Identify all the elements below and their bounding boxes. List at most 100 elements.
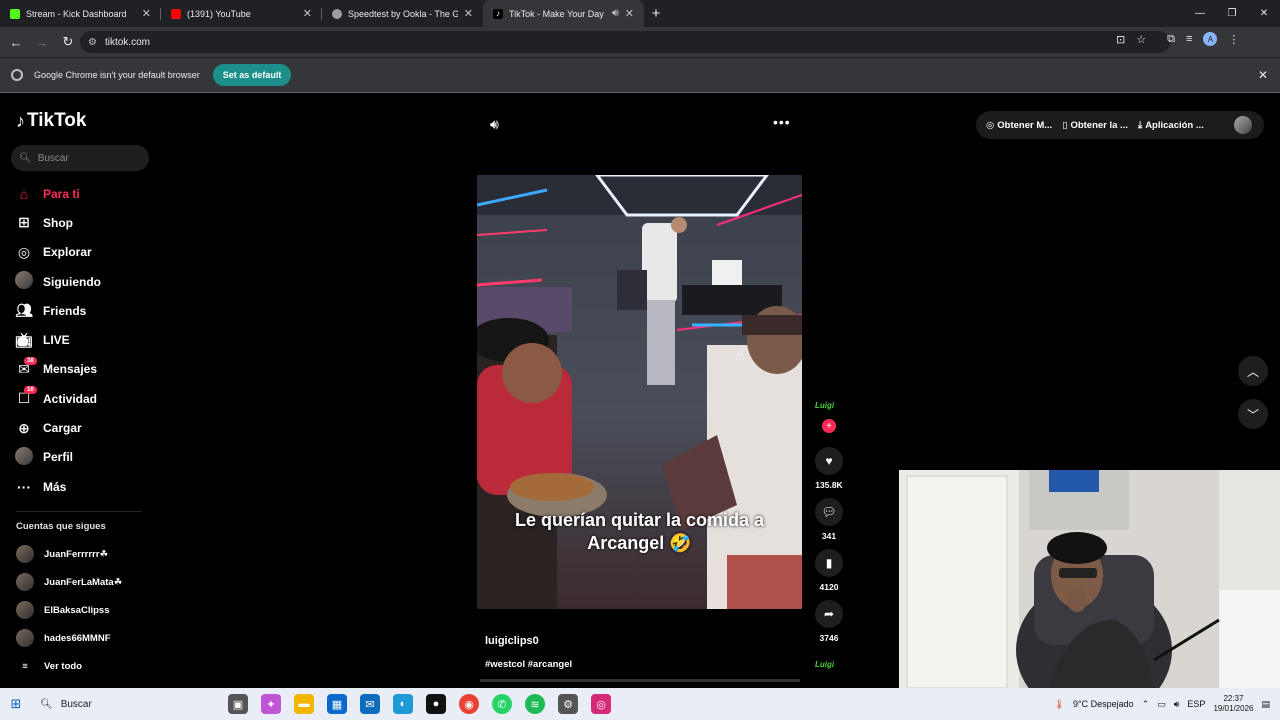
taskbar-search[interactable]: 🔍︎ Buscar [32, 688, 222, 720]
friends-icon: 👥︎ [15, 302, 33, 319]
action-label: Obtener M... [997, 119, 1053, 131]
search-input[interactable]: 🔍︎ Buscar [11, 145, 149, 171]
tab-kick[interactable]: Stream - Kick Dashboard ✕ [0, 0, 161, 27]
install-icon[interactable]: ⊡ [1116, 33, 1125, 46]
tab-youtube[interactable]: (1391) YouTube ✕ [161, 0, 322, 27]
site-info-icon[interactable]: ⚙ [88, 37, 97, 48]
new-tab-button[interactable]: + [644, 0, 668, 27]
language-indicator[interactable]: ESP [1187, 699, 1205, 709]
tiktok-logo[interactable]: ♪ TikTok [16, 110, 86, 132]
speaker-icon[interactable]: 🔊︎ [612, 7, 619, 20]
more-dots-icon: ··· [17, 478, 31, 495]
get-coins-button[interactable]: ◎ Obtener M... [986, 120, 1052, 131]
media-control-icon[interactable]: ≡ [1186, 33, 1192, 45]
sidebar-item-para-ti[interactable]: ⌂ Para ti [15, 179, 155, 208]
list-icon: ≡ [22, 660, 28, 672]
like-button[interactable]: ♥ 135.8K [808, 447, 850, 490]
follow-plus-icon[interactable]: + [822, 419, 836, 433]
chrome-icon[interactable]: ◉ [459, 694, 479, 714]
see-all-link[interactable]: ≡ Ver todo [16, 652, 156, 680]
sidebar-item-mas[interactable]: ··· Más [15, 472, 155, 501]
desktop-app-button[interactable]: ⤓ Aplicación ... [1138, 120, 1204, 131]
volume-icon[interactable]: 🔊︎ [490, 116, 499, 133]
sidebar-item-perfil[interactable]: Perfil [15, 443, 155, 472]
following-account[interactable]: JuanFerLaMata☘ [16, 568, 156, 596]
comment-button[interactable]: 💬︎ 341 [808, 498, 850, 541]
following-account[interactable]: hades66MMNF [16, 624, 156, 652]
tab-speedtest[interactable]: Speedtest by Ookla - The Glob ✕ [322, 0, 483, 27]
user-avatar[interactable] [1234, 116, 1252, 134]
get-app-button[interactable]: ▯ Obtener la ... [1062, 120, 1128, 131]
clock[interactable]: 22:37 19/01/2026 [1213, 694, 1253, 714]
video-username[interactable]: luigiclips0 [485, 635, 539, 647]
sidebar-item-siguiendo[interactable]: Siguiendo [15, 267, 155, 296]
chevron-up-icon[interactable]: ⌃ [1142, 699, 1150, 710]
sidebar-item-shop[interactable]: ⊞ Shop [15, 208, 155, 237]
next-video-button[interactable]: ﹀ [1238, 399, 1268, 429]
instagram-icon[interactable]: ◎ [591, 694, 611, 714]
video-hashtags[interactable]: #westcol #arcangel [485, 659, 572, 670]
sidebar-item-cargar[interactable]: ⊕ Cargar [15, 413, 155, 442]
sidebar-item-mensajes[interactable]: ✉ 38 Mensajes [15, 355, 155, 384]
close-icon[interactable]: ✕ [142, 7, 151, 20]
minimize-icon[interactable]: — [1184, 0, 1216, 27]
video-progress-bar[interactable] [480, 679, 800, 682]
whatsapp-icon[interactable]: ✆ [492, 694, 512, 714]
notification-icon[interactable]: ▤ [1261, 699, 1270, 710]
store-icon[interactable]: ▦ [327, 694, 347, 714]
bookmark-star-icon[interactable]: ☆ [1136, 33, 1146, 46]
spotify-icon[interactable]: ≋ [525, 694, 545, 714]
close-icon[interactable]: ✕ [303, 7, 312, 20]
following-account[interactable]: JuanFerrrrrr☘ [16, 540, 156, 568]
restore-icon[interactable]: ❐ [1216, 0, 1248, 27]
forward-icon[interactable]: → [30, 27, 54, 57]
profile-avatar-icon [15, 446, 33, 468]
settings-gear-icon[interactable]: ⚙ [558, 694, 578, 714]
profile-avatar[interactable]: A [1203, 32, 1218, 46]
weather-text[interactable]: 9°C Despejado [1073, 699, 1134, 709]
url-text: tiktok.com [104, 36, 150, 48]
set-default-button[interactable]: Set as default [212, 64, 292, 86]
extensions-icon[interactable]: ⧉ [1167, 33, 1175, 46]
task-view-icon[interactable]: ▣ [228, 694, 248, 714]
activity-badge: 16 [24, 386, 37, 395]
sidebar-item-friends[interactable]: 👥︎ Friends [15, 296, 155, 325]
share-count: 3746 [819, 633, 839, 643]
previous-video-button[interactable]: ︿ [1238, 356, 1268, 386]
address-bar[interactable]: ⚙ tiktok.com [80, 31, 1170, 53]
reload-icon[interactable]: ↻ [56, 27, 80, 57]
music-disc-icon[interactable]: Luigi [815, 660, 843, 678]
close-icon[interactable]: ✕ [1258, 68, 1268, 82]
following-avatar-icon [15, 271, 33, 292]
speaker-icon[interactable]: 🔊︎ [1174, 699, 1180, 710]
sidebar-item-live[interactable]: 📺︎ LIVE [15, 325, 155, 354]
action-rail: ♥ 135.8K 💬︎ 341 ▮ 4120 ➦ 3746 [808, 447, 850, 651]
coin-icon: ◎ [986, 119, 995, 131]
home-icon: ⌂ [19, 185, 29, 202]
tab-tiktok[interactable]: ♪ TikTok - Make Your Day 🔊︎ ✕ [483, 0, 644, 27]
obs-icon[interactable]: ● [426, 694, 446, 714]
network-icon[interactable]: ▭ [1157, 699, 1166, 710]
save-button[interactable]: ▮ 4120 [808, 549, 850, 592]
outlook-icon[interactable]: ✉ [360, 694, 380, 714]
sidebar-item-explorar[interactable]: ◎ Explorar [15, 238, 155, 267]
windows-start-icon[interactable]: ⊞ [0, 696, 32, 712]
share-button[interactable]: ➦ 3746 [808, 600, 850, 643]
back-icon[interactable]: ← [4, 27, 28, 57]
file-explorer-icon[interactable]: ▬ [294, 694, 314, 714]
phone-icon: ▯ [1062, 119, 1068, 131]
tiktok-page: ♪ TikTok 🔍︎ Buscar ⌂ Para ti ⊞ Shop ◎ Explo… [0, 94, 1280, 688]
sidebar-item-actividad[interactable]: ☐ 16 Actividad [15, 384, 155, 413]
more-options-icon[interactable]: ••• [773, 114, 791, 130]
copilot-icon[interactable]: ✦ [261, 694, 281, 714]
edge-icon[interactable]: ◐ [393, 694, 413, 714]
video-player[interactable]: Le querían quitar la comida a Arcangel 🤣 [477, 175, 802, 609]
following-account[interactable]: ElBaksaClipss [16, 596, 156, 624]
menu-kebab-icon[interactable]: ⋮ [1228, 33, 1239, 46]
close-icon[interactable]: ✕ [464, 7, 473, 20]
sidebar-item-label: Perfil [43, 450, 74, 465]
close-window-icon[interactable]: ✕ [1248, 0, 1280, 27]
creator-avatar[interactable]: Luigi [815, 401, 843, 419]
close-icon[interactable]: ✕ [625, 7, 634, 20]
chevron-down-icon: ﹀ [1246, 407, 1259, 422]
